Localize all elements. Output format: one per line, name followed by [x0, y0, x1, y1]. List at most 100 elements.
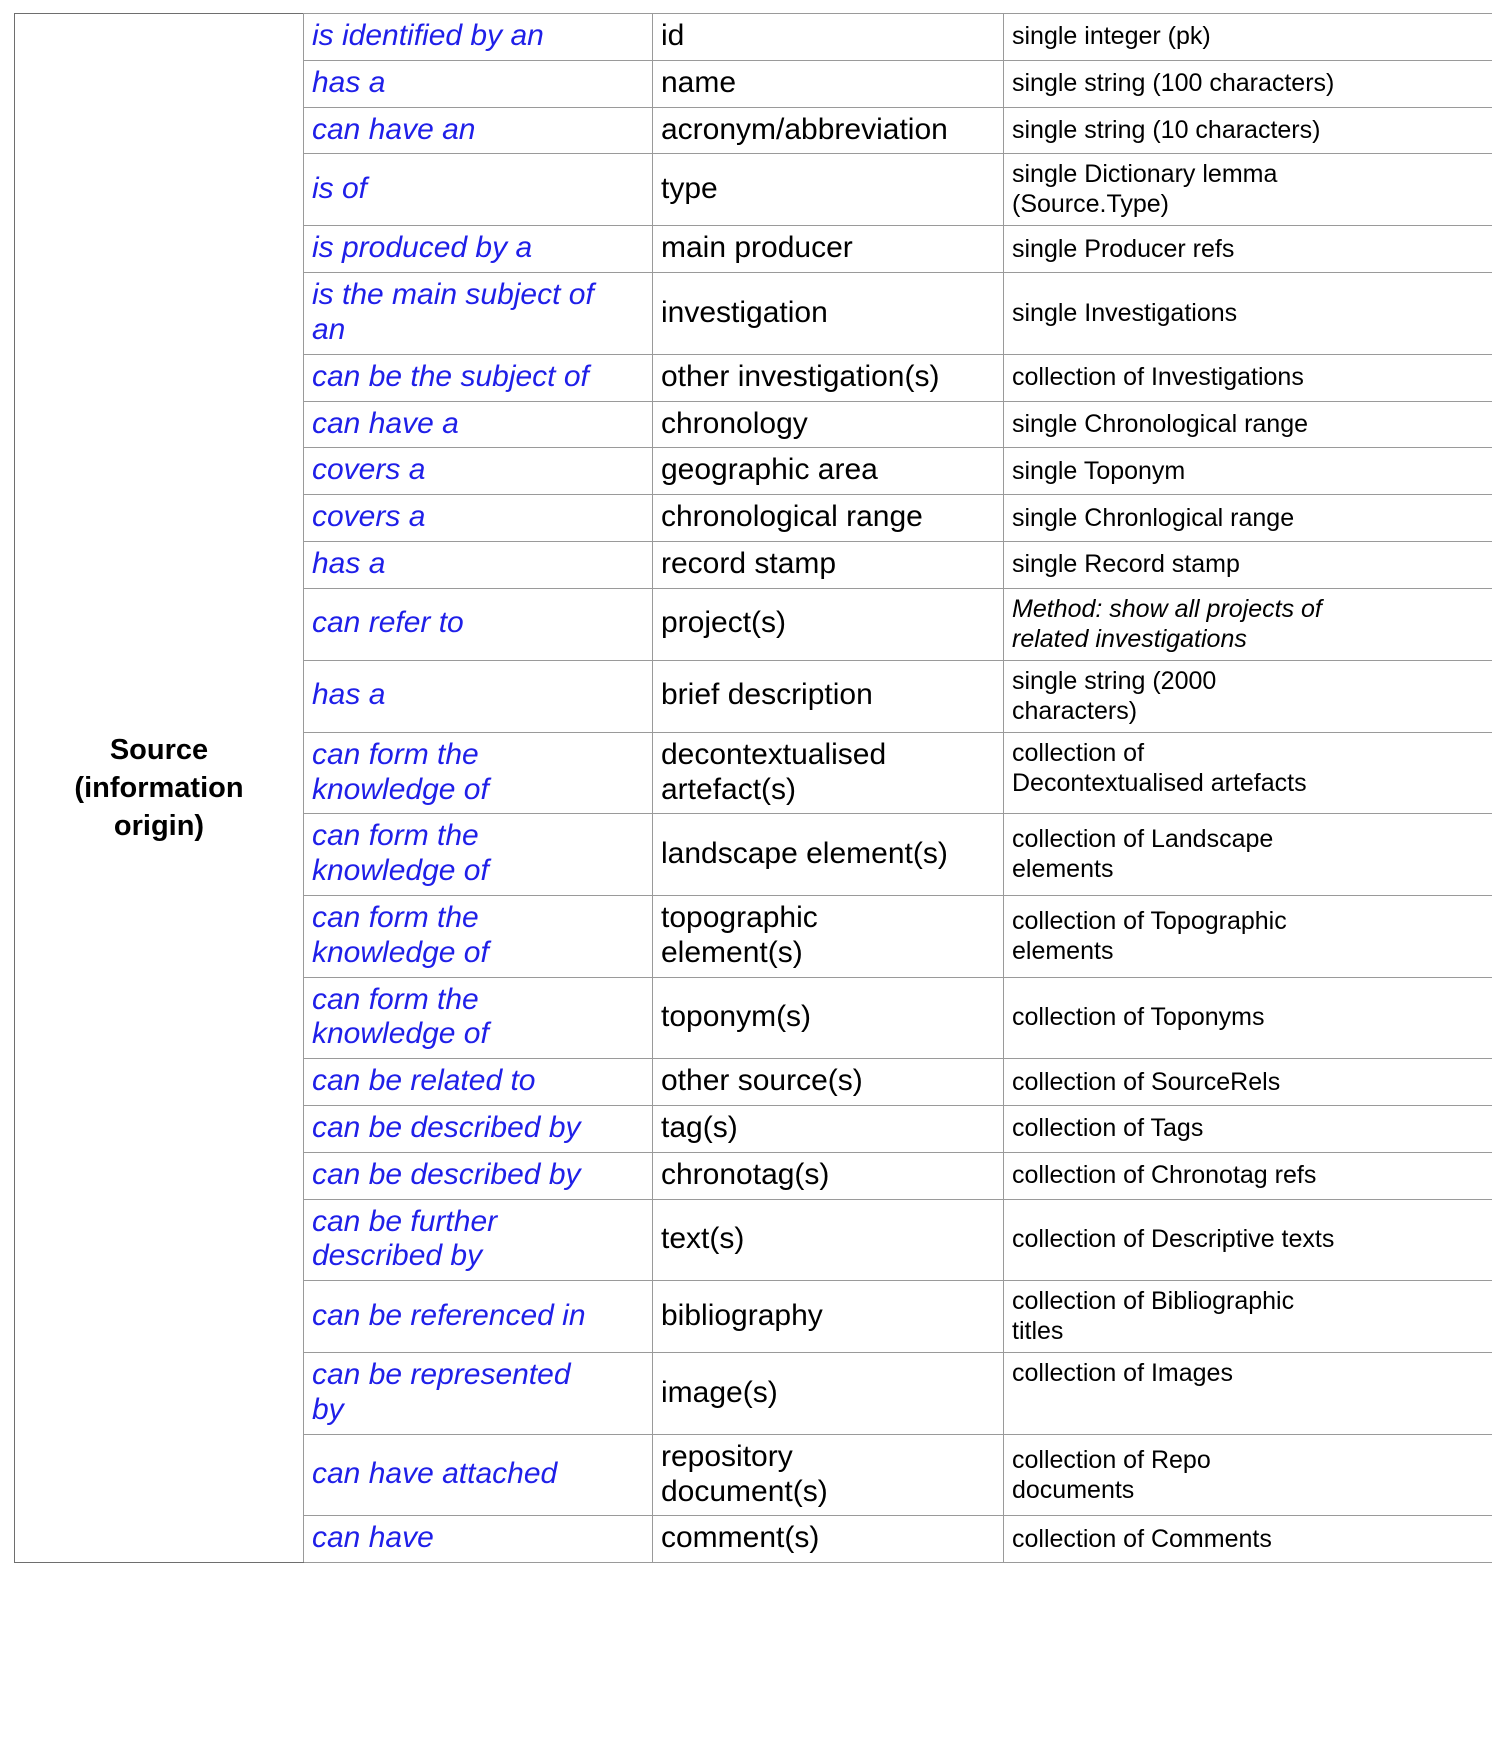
attribute-cell: investigation — [652, 272, 1004, 355]
specification-cell: single Record stamp — [1003, 540, 1492, 589]
specification-cell: single Chronological range — [1003, 400, 1492, 449]
specification-text: related investigations — [1012, 624, 1247, 653]
attribute-cell: brief description — [652, 659, 1004, 733]
specification-text: single integer (pk) — [1012, 22, 1211, 51]
specification-text: single Dictionary lemma — [1012, 160, 1278, 189]
specification-text: elements — [1012, 936, 1114, 965]
attribute-cell: bibliography — [652, 1280, 1004, 1354]
specification-text: collection of Toponyms — [1012, 1003, 1265, 1032]
specification-text: collection of SourceRels — [1012, 1067, 1281, 1096]
attribute-text: element(s) — [661, 935, 803, 969]
attribute-text: geographic area — [661, 453, 878, 487]
attribute-cell: tag(s) — [652, 1104, 1004, 1153]
specification-text: single Chronlogical range — [1012, 503, 1295, 532]
specification-text: collection of Repo — [1012, 1445, 1211, 1474]
relation-text: can have — [312, 1521, 434, 1555]
specification-text: collection of Chronotag refs — [1012, 1161, 1317, 1190]
specification-text: single string (100 characters) — [1012, 69, 1335, 98]
relation-cell: is produced by a — [303, 225, 653, 274]
specification-cell: single Dictionary lemma (Source.Type) — [1003, 153, 1492, 227]
attribute-text: investigation — [661, 295, 828, 329]
relation-text: can have a — [312, 406, 459, 440]
relation-text: covers a — [312, 500, 426, 534]
attribute-text: decontextualised — [661, 737, 887, 771]
attribute-text: project(s) — [661, 606, 787, 640]
relation-cell: is of — [303, 153, 653, 227]
relation-text: has a — [312, 546, 386, 580]
attribute-text: chronotag(s) — [661, 1157, 830, 1191]
attribute-text: text(s) — [661, 1221, 745, 1255]
attribute-text: artefact(s) — [661, 772, 797, 806]
attribute-cell: text(s) — [652, 1198, 1004, 1282]
specification-text: collection of Images — [1012, 1359, 1233, 1388]
attribute-text: document(s) — [661, 1474, 828, 1508]
specification-cell: single integer (pk) — [1003, 13, 1492, 61]
specification-text: collection of Topographic — [1012, 906, 1287, 935]
relation-cell: can have — [303, 1515, 653, 1564]
specification-text: (Source.Type) — [1012, 190, 1170, 219]
specification-cell: single Toponym — [1003, 447, 1492, 496]
specification-text: Method: show all projects of — [1012, 594, 1322, 623]
relation-cell: can be related to — [303, 1058, 653, 1106]
attribute-cell: chronological range — [652, 494, 1004, 542]
specification-cell: collection of Descriptive texts — [1003, 1198, 1492, 1282]
relation-text: can be described by — [312, 1110, 581, 1144]
relation-cell: covers a — [303, 447, 653, 496]
relation-cell: can be described by — [303, 1104, 653, 1153]
relation-text: is produced by a — [312, 231, 533, 265]
relation-text: can form the — [312, 737, 479, 771]
relation-text: described by — [312, 1239, 483, 1273]
specification-cell: collection of Comments — [1003, 1515, 1492, 1564]
relation-text: by — [312, 1392, 344, 1426]
relation-text: has a — [312, 65, 386, 99]
relation-cell: can have an — [303, 106, 653, 155]
attribute-text: repository — [661, 1439, 793, 1473]
attribute-cell: name — [652, 59, 1004, 108]
attribute-text: record stamp — [661, 546, 837, 580]
attribute-cell: other investigation(s) — [652, 353, 1004, 402]
attribute-text: chronology — [661, 406, 808, 440]
relation-cell: can form the knowledge of — [303, 976, 653, 1060]
relation-cell: is identified by an — [303, 13, 653, 61]
entity-name-line: (information — [74, 771, 244, 804]
attribute-text: other source(s) — [661, 1064, 863, 1098]
attribute-text: topographic — [661, 900, 818, 934]
attribute-text: tag(s) — [661, 1110, 738, 1144]
specification-text: documents — [1012, 1475, 1135, 1504]
relation-cell: can form the knowledge of — [303, 894, 653, 978]
attribute-text: acronym/abbreviation — [661, 112, 948, 146]
relation-text: knowledge of — [312, 772, 489, 806]
attribute-cell: chronotag(s) — [652, 1151, 1004, 1200]
relation-cell: can have a — [303, 400, 653, 449]
specification-text: collection of Comments — [1012, 1524, 1272, 1553]
relation-text: can be referenced in — [312, 1298, 586, 1332]
specification-text: collection of Investigations — [1012, 363, 1304, 392]
specification-cell: collection of Toponyms — [1003, 976, 1492, 1060]
relation-text: can form the — [312, 819, 479, 853]
relation-text: can refer to — [312, 606, 464, 640]
specification-cell: collection of Repo documents — [1003, 1433, 1492, 1517]
entity-definition-table-body: Source (information origin) is identified b… — [14, 12, 1492, 1564]
specification-text: single Producer refs — [1012, 234, 1235, 263]
attribute-text: brief description — [661, 678, 873, 712]
relation-text: can be related to — [312, 1064, 536, 1098]
specification-text: single Record stamp — [1012, 550, 1240, 579]
specification-cell: collection of Bibliographic titles — [1003, 1280, 1492, 1354]
attribute-cell: image(s) — [652, 1352, 1004, 1435]
attribute-text: type — [661, 171, 718, 205]
relation-text: an — [312, 312, 346, 346]
specification-cell: single string (10 characters) — [1003, 106, 1492, 155]
relation-text: knowledge of — [312, 854, 489, 888]
relation-cell: has a — [303, 59, 653, 108]
specification-text: single Investigations — [1012, 298, 1238, 327]
attribute-cell: acronym/abbreviation — [652, 106, 1004, 155]
specification-text: single Toponym — [1012, 456, 1186, 485]
attribute-text: comment(s) — [661, 1521, 820, 1555]
entity-name-line: Source — [109, 733, 209, 766]
relation-text: has a — [312, 678, 386, 712]
specification-text: collection of Tags — [1012, 1114, 1204, 1143]
attribute-text: other investigation(s) — [661, 359, 940, 393]
relation-text: can be further — [312, 1204, 498, 1238]
relation-cell: can have attached — [303, 1433, 653, 1517]
attribute-cell: project(s) — [652, 587, 1004, 661]
